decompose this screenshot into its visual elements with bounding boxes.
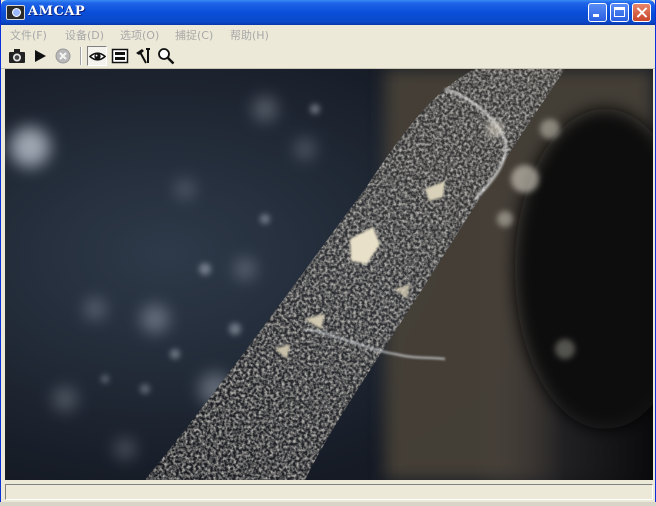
stop-icon[interactable] (53, 46, 73, 66)
camera-icon[interactable] (7, 46, 27, 66)
status-bar (5, 484, 653, 500)
camera-app-icon[interactable] (6, 5, 25, 20)
display-icon[interactable] (110, 46, 130, 66)
menu-options[interactable]: 选项(O) (120, 27, 159, 43)
taskbar-edge (0, 502, 656, 506)
menu-capture[interactable]: 捕捉(C) (175, 27, 213, 43)
menu-file[interactable]: 文件(F) (10, 27, 47, 43)
title-bar[interactable]: AMCAP (1, 0, 655, 25)
toolbar (1, 44, 655, 69)
window-title: AMCAP (28, 4, 86, 19)
tools-icon[interactable] (133, 46, 153, 66)
close-button[interactable] (632, 3, 651, 22)
play-icon[interactable] (30, 46, 50, 66)
maximize-button[interactable] (610, 3, 629, 22)
toolbar-separator (80, 47, 82, 65)
menu-device[interactable]: 设备(D) (65, 27, 104, 43)
amcap-window: AMCAP 文件(F) 设备(D) 选项(O) 捕捉(C) 帮助(H) (0, 0, 656, 506)
menu-help[interactable]: 帮助(H) (230, 27, 269, 43)
magnifier-icon[interactable] (156, 46, 176, 66)
video-preview (5, 69, 653, 480)
eye-icon[interactable] (87, 46, 107, 66)
menu-bar: 文件(F) 设备(D) 选项(O) 捕捉(C) 帮助(H) (1, 25, 655, 44)
minimize-button[interactable] (588, 3, 607, 22)
